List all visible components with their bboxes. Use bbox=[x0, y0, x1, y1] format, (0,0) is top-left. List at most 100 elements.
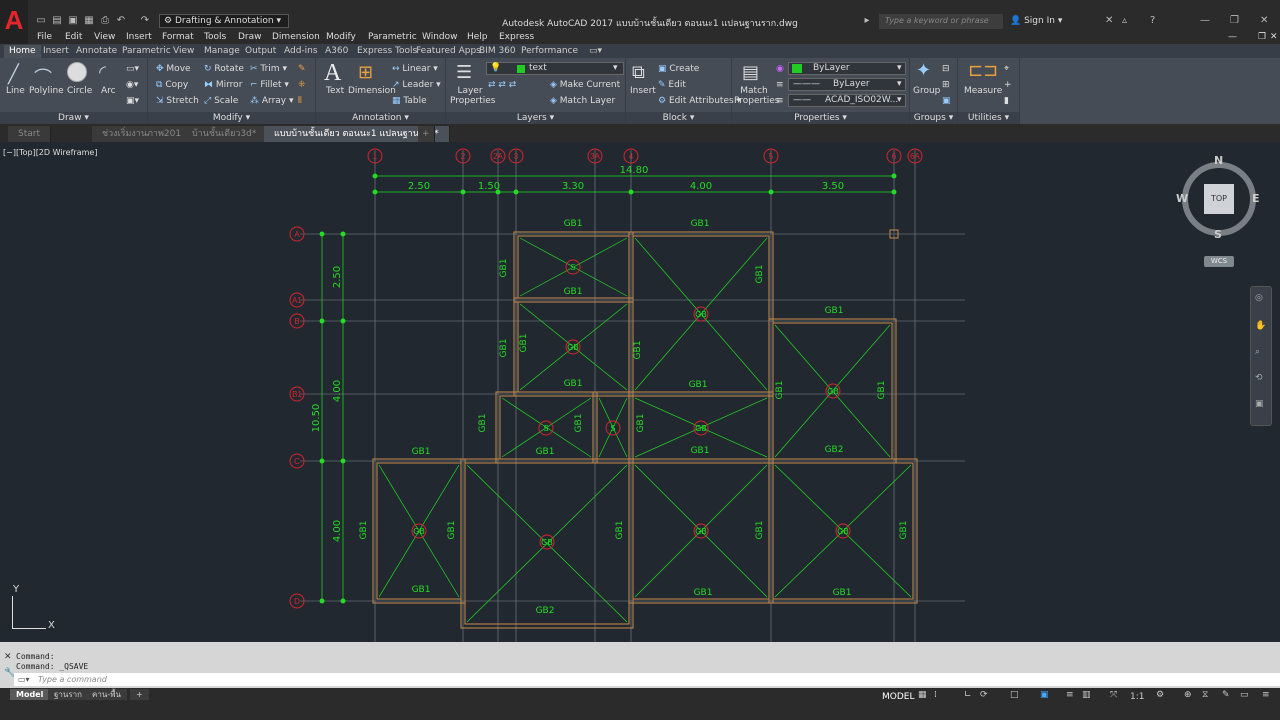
explode-icon[interactable]: ⁜ bbox=[298, 80, 306, 90]
rotate-tool[interactable]: ↻ Rotate bbox=[204, 64, 244, 74]
units-icon[interactable]: ⧖ bbox=[1202, 690, 1208, 700]
point-icon[interactable]: + bbox=[1004, 80, 1012, 90]
pan-icon[interactable]: ✋ bbox=[1255, 321, 1266, 331]
workspace-dropdown[interactable]: ⚙ Drafting & Annotation ▾ bbox=[159, 14, 289, 28]
polar-toggle-icon[interactable]: ⟳ bbox=[980, 690, 988, 700]
group-edit-icon[interactable]: ⊞ bbox=[942, 80, 950, 90]
menu-help[interactable]: Help bbox=[467, 32, 488, 42]
a360-icon[interactable]: ▵ bbox=[1122, 15, 1127, 26]
menu-edit[interactable]: Edit bbox=[65, 32, 82, 42]
ribbon-tab-performance[interactable]: Performance bbox=[516, 45, 583, 58]
ribbon-tab-parametric[interactable]: Parametric bbox=[117, 45, 176, 58]
erase-icon[interactable]: ✎ bbox=[298, 64, 306, 74]
showmotion-icon[interactable]: ▣ bbox=[1255, 399, 1264, 409]
menu-view[interactable]: View bbox=[94, 32, 115, 42]
copy-tool[interactable]: ⧉ Copy bbox=[156, 80, 188, 90]
workspace-switch-icon[interactable]: ⚙ bbox=[1156, 690, 1164, 700]
sign-in-button[interactable]: 👤 Sign In ▾ bbox=[1010, 16, 1062, 26]
customization-icon[interactable]: ≡ bbox=[1262, 690, 1270, 700]
compass-s[interactable]: S bbox=[1214, 228, 1222, 241]
menu-dimension[interactable]: Dimension bbox=[272, 32, 320, 42]
lineweight-toggle-icon[interactable]: ≡ bbox=[1066, 690, 1074, 700]
model-space-button[interactable]: MODEL bbox=[882, 692, 914, 702]
ribbon-tab-addins[interactable]: Add-ins bbox=[279, 45, 323, 58]
create-block-tool[interactable]: ▣ Create bbox=[658, 64, 699, 74]
3d-osnap-icon[interactable]: ▣ bbox=[1040, 690, 1049, 700]
linear-tool[interactable]: ↔ Linear ▾ bbox=[392, 64, 438, 74]
new-tab-icon[interactable]: + bbox=[418, 126, 435, 142]
annotation-panel-title[interactable]: Annotation ▾ bbox=[316, 112, 445, 124]
ortho-toggle-icon[interactable]: ∟ bbox=[964, 690, 972, 700]
compass-n[interactable]: N bbox=[1214, 154, 1223, 167]
menu-format[interactable]: Format bbox=[162, 32, 194, 42]
utilities-panel-title[interactable]: Utilities ▾ bbox=[958, 112, 1019, 124]
match-layer-tool[interactable]: ◈ Match Layer bbox=[550, 96, 615, 106]
ribbon-tab-home[interactable]: Home bbox=[4, 45, 41, 58]
ribbon-tab-manage[interactable]: Manage bbox=[199, 45, 245, 58]
layer-dropdown[interactable]: 💡 text ▾ bbox=[486, 62, 624, 75]
ribbon-tab-output[interactable]: Output bbox=[240, 45, 281, 58]
menu-window[interactable]: Window bbox=[422, 32, 458, 42]
leader-tool[interactable]: ↗ Leader ▾ bbox=[392, 80, 441, 90]
group-select-icon[interactable]: ▣ bbox=[942, 96, 951, 106]
hardware-acceleration-icon[interactable]: ▭ bbox=[1240, 690, 1249, 700]
undo-icon[interactable]: ↶ bbox=[114, 14, 128, 28]
doc-tab-start[interactable]: Start bbox=[8, 126, 51, 142]
lineweight-dropdown[interactable]: —— ACAD_ISO02W... ▾ bbox=[788, 94, 906, 107]
layout-tab-beam-slab[interactable]: คาน-พื้น bbox=[86, 689, 127, 700]
navigation-bar[interactable]: ◎ ✋ ⌕ ⟲ ▣ bbox=[1250, 286, 1272, 426]
stretch-tool[interactable]: ⇲ Stretch bbox=[156, 96, 199, 106]
ribbon-tab-a360[interactable]: A360 bbox=[320, 45, 353, 58]
add-layout-icon[interactable]: + bbox=[130, 689, 149, 700]
annotation-scale[interactable]: 1:1 bbox=[1130, 692, 1144, 702]
edit-block-tool[interactable]: ✎ Edit bbox=[658, 80, 686, 90]
ribbon-tab-overflow-icon[interactable]: ▭▾ bbox=[584, 45, 607, 58]
redo-icon[interactable]: ↷ bbox=[138, 14, 152, 28]
groups-panel-title[interactable]: Groups ▾ bbox=[910, 112, 957, 124]
ribbon-tab-insert[interactable]: Insert bbox=[38, 45, 74, 58]
restore-window-icon[interactable]: ❐ bbox=[1230, 15, 1239, 26]
command-input[interactable]: ▭▾ Type a command bbox=[14, 673, 1280, 686]
drawing-viewport[interactable]: [−][Top][2D Wireframe] 14.80 2.50 1.50 3.30… bbox=[0, 142, 1280, 642]
info-toolbar-toggle-icon[interactable]: ▸ bbox=[860, 14, 874, 28]
exchange-icon[interactable]: ✕ bbox=[1105, 15, 1113, 26]
menu-close-icon[interactable]: ✕ bbox=[1270, 32, 1278, 42]
print-icon[interactable]: ⎙ bbox=[98, 14, 112, 28]
fillet-tool[interactable]: ⌐ Fillet ▾ bbox=[250, 80, 289, 90]
menu-file[interactable]: File bbox=[37, 32, 52, 42]
command-close-icon[interactable]: ✕ bbox=[4, 652, 12, 662]
command-recent-icon[interactable]: ▭▾ bbox=[18, 673, 30, 686]
zoom-icon[interactable]: ⌕ bbox=[1255, 347, 1260, 357]
array-tool[interactable]: ⁂ Array ▾ bbox=[250, 96, 294, 106]
calculator-icon[interactable]: ▮ bbox=[1004, 96, 1009, 106]
snap-toggle-icon[interactable]: ⁞ bbox=[934, 690, 937, 700]
ribbon-tab-bim360[interactable]: BIM 360 bbox=[474, 45, 521, 58]
ungroup-icon[interactable]: ⊟ bbox=[942, 64, 950, 74]
menu-parametric[interactable]: Parametric bbox=[368, 32, 417, 42]
open-icon[interactable]: ▤ bbox=[50, 14, 64, 28]
offset-icon[interactable]: ⫴ bbox=[298, 96, 302, 106]
search-input[interactable]: Type a keyword or phrase bbox=[879, 14, 1003, 29]
annotation-monitor-icon[interactable]: ⊕ bbox=[1184, 690, 1192, 700]
ribbon-tab-view[interactable]: View bbox=[168, 45, 199, 58]
modify-panel-title[interactable]: Modify ▾ bbox=[148, 112, 315, 124]
move-tool[interactable]: ✥ Move bbox=[156, 64, 191, 74]
layout-tab-foundation[interactable]: ฐานราก bbox=[48, 689, 89, 700]
help-icon[interactable]: ? bbox=[1150, 15, 1155, 26]
rectangle-icon[interactable]: ▭▾ bbox=[126, 64, 139, 74]
save-icon[interactable]: ▣ bbox=[66, 14, 80, 28]
hatch-icon[interactable]: ◉▾ bbox=[126, 80, 138, 90]
selection-cycling-icon[interactable]: ⤧ bbox=[1110, 690, 1117, 700]
quick-select-icon[interactable]: ⌖ bbox=[1004, 64, 1009, 74]
steering-wheel-icon[interactable]: ◎ bbox=[1255, 293, 1263, 303]
make-current-tool[interactable]: ◈ Make Current bbox=[550, 80, 620, 90]
scale-tool[interactable]: ⤢ Scale bbox=[204, 96, 238, 106]
new-icon[interactable]: ▭ bbox=[34, 14, 48, 28]
isolate-icon[interactable]: ✎ bbox=[1222, 690, 1230, 700]
transparency-icon[interactable]: ▥ bbox=[1082, 690, 1091, 700]
menu-restore-icon[interactable]: ❐ bbox=[1258, 32, 1266, 42]
properties-panel-title[interactable]: Properties ▾ bbox=[732, 112, 909, 124]
menu-insert[interactable]: Insert bbox=[126, 32, 152, 42]
gradient-icon[interactable]: ▣▾ bbox=[126, 96, 139, 106]
menu-draw[interactable]: Draw bbox=[238, 32, 262, 42]
